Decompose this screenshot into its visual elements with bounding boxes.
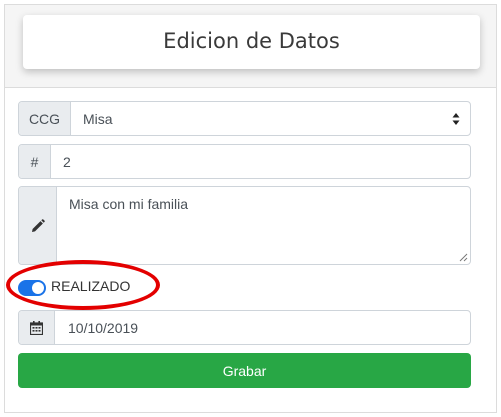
page-title: Edicion de Datos [163,29,340,53]
number-input[interactable]: 2 [63,154,71,170]
description-addon [19,187,57,264]
description-textarea-group[interactable]: Misa con mi familia [18,186,471,265]
ccg-select-group[interactable]: CCG Misa [18,101,471,136]
card-header: Edicion de Datos [5,5,496,88]
title-box: Edicion de Datos [23,15,480,69]
pencil-icon [31,218,45,232]
date-input[interactable]: 10/10/2019 [68,320,138,336]
number-input-group[interactable]: # 2 [18,144,471,179]
date-addon [19,311,55,344]
save-button[interactable]: Grabar [18,353,471,388]
description-textarea[interactable]: Misa con mi familia [69,196,188,212]
number-addon-label: # [19,145,51,178]
ccg-select-value[interactable]: Misa [83,111,113,127]
annotation-oval [6,260,160,310]
sort-icon[interactable] [452,112,460,126]
calendar-icon [30,320,43,335]
resize-grip-icon[interactable] [459,253,468,262]
ccg-addon-label: CCG [19,102,71,135]
date-input-group[interactable]: 10/10/2019 [18,310,471,345]
